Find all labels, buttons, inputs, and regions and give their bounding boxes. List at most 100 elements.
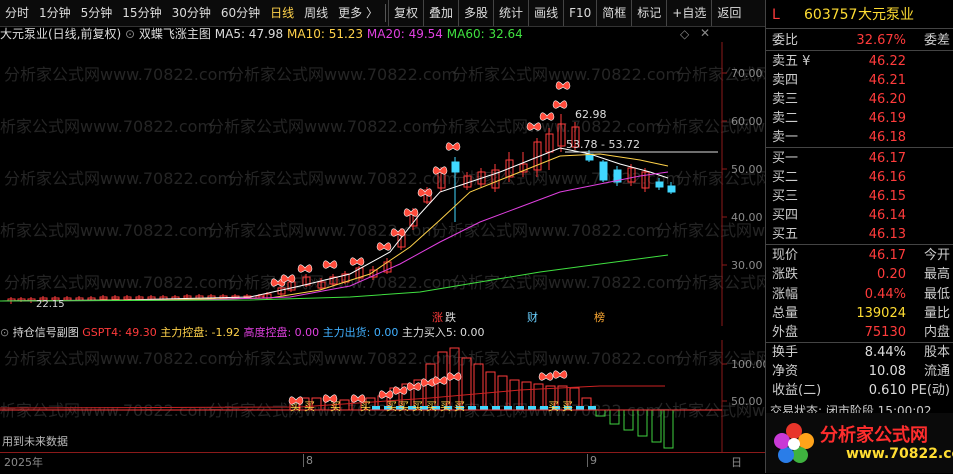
- bid-row-value: 46.17: [868, 151, 906, 166]
- fundamental-row[interactable]: 换手 8.44% 股本: [766, 343, 953, 362]
- signal-dot: [504, 406, 512, 410]
- ask-row-label: 卖四: [772, 73, 799, 88]
- indicator-name[interactable]: 双蝶飞涨主图: [139, 27, 211, 41]
- f10-button[interactable]: F10: [563, 0, 596, 26]
- event-mark-ranking[interactable]: 榜: [594, 310, 605, 324]
- fundamental-row[interactable]: 收益(二) 0.610 PE(动): [766, 381, 953, 400]
- period-toolbar: 分时 1分钟 5分钟 15分钟 30分钟 60分钟 日线 周线 更多 〉 复权 …: [0, 0, 765, 27]
- butterfly-icon: [297, 264, 313, 273]
- buy-signal-label: 买: [304, 400, 315, 413]
- butterfly-icon: [445, 142, 461, 151]
- stock-name: 大元泵业: [858, 7, 914, 23]
- stat-row[interactable]: 涨跌 0.20 最高: [766, 265, 953, 284]
- mark-button[interactable]: 标记: [631, 0, 666, 26]
- statistics-button[interactable]: 统计: [493, 0, 528, 26]
- ask-row-value: 46.18: [868, 130, 906, 145]
- overlay-button[interactable]: 叠加: [423, 0, 458, 26]
- bid-row[interactable]: 买二 46.16: [766, 168, 953, 187]
- butterfly-icon: [446, 372, 462, 381]
- kline-chart[interactable]: 分析家公式网www.70822.com分析家公式网www.70822.com分析…: [0, 42, 765, 326]
- butterfly-icon: [538, 372, 554, 381]
- watermark-text: 分析家公式网www.70822.com: [4, 349, 233, 368]
- range-label: 53.78 - 53.72: [566, 138, 640, 151]
- signal-dot: [516, 406, 524, 410]
- period-tab-1min[interactable]: 1分钟: [34, 0, 76, 26]
- period-tab-60min[interactable]: 60分钟: [216, 0, 265, 26]
- stat-row[interactable]: 总量 139024 量比: [766, 304, 953, 323]
- level-icon: L: [772, 7, 780, 23]
- bid-row-label: 买一: [772, 151, 799, 166]
- period-tab-30min[interactable]: 30分钟: [167, 0, 216, 26]
- stock-code: 603757: [804, 7, 858, 23]
- stat-row-value: 0.44%: [864, 286, 906, 302]
- date-month-9: 9: [587, 454, 597, 467]
- stat-row[interactable]: 涨幅 0.44% 最低: [766, 285, 953, 304]
- multi-stock-button[interactable]: 多股: [458, 0, 493, 26]
- watermark-text: 分析家公式网www.70822.com: [0, 221, 213, 240]
- signal-dot: [492, 406, 500, 410]
- simple-frame-button[interactable]: 简框: [596, 0, 631, 26]
- watermark-text: 分析家公式网www.70822.com: [4, 65, 233, 84]
- flower-logo-icon: [774, 423, 814, 463]
- stock-code-row: L 603757 大元泵业: [766, 6, 953, 28]
- stat-row-value: 139024: [856, 305, 906, 321]
- ask-row-value: 46.22: [868, 54, 906, 69]
- bid-row[interactable]: 买五 46.13: [766, 225, 953, 244]
- stock-title: 大元泵业(日线,前复权): [0, 27, 122, 41]
- low-price-label: 22.15: [36, 299, 65, 310]
- event-mark-finance[interactable]: 财: [527, 310, 538, 324]
- price-axis-label: 60.00: [731, 115, 763, 128]
- stat-row[interactable]: 现价 46.17 今开: [766, 246, 953, 265]
- ma5-value: MA5: 47.98: [214, 27, 284, 41]
- price-axis-label: 70.00: [731, 67, 763, 80]
- period-tab-weekly[interactable]: 周线: [299, 0, 333, 26]
- buy-signal-label: 买: [454, 400, 465, 413]
- butterfly-icon: [322, 260, 338, 269]
- watermark-text: 分析家公式网www.70822.com: [4, 273, 233, 292]
- close-chart-icon[interactable]: ✕: [700, 26, 710, 40]
- signal-subchart[interactable]: 分析家公式网www.70822.com分析家公式网www.70822.com分析…: [0, 340, 765, 452]
- bid-row[interactable]: 买三 46.15: [766, 187, 953, 206]
- fundamental-row[interactable]: 净资 10.08 流通: [766, 362, 953, 381]
- period-tab-timeshare[interactable]: 分时: [0, 0, 34, 26]
- logo-banner: 分析家公式网 www.70822.com: [766, 413, 953, 473]
- ask-row[interactable]: 卖四 46.21: [766, 71, 953, 90]
- ask-row[interactable]: 卖二 46.19: [766, 109, 953, 128]
- back-button[interactable]: 返回: [711, 0, 746, 26]
- period-tab-more[interactable]: 更多 〉: [333, 0, 383, 26]
- event-mark-down[interactable]: 跌: [445, 310, 456, 324]
- bid-row-label: 买四: [772, 208, 799, 223]
- diamond-icon[interactable]: ◇: [680, 27, 689, 41]
- butterfly-icon: [392, 386, 408, 395]
- fundamental-row-ext: 股本: [923, 345, 950, 360]
- draw-line-button[interactable]: 画线: [528, 0, 563, 26]
- collapse-icon[interactable]: ⊙: [125, 27, 135, 41]
- panel-divider: [766, 244, 953, 245]
- buy-signal-label: 买: [562, 400, 573, 413]
- period-tab-5min[interactable]: 5分钟: [76, 0, 118, 26]
- adjust-button[interactable]: 复权: [388, 0, 423, 26]
- ask-row[interactable]: 卖一 46.18: [766, 128, 953, 147]
- watermark-text: 分析家公式网www.70822.com: [4, 169, 233, 188]
- stat-row[interactable]: 外盘 75130 内盘: [766, 323, 953, 342]
- event-mark-up[interactable]: 涨: [432, 311, 443, 324]
- buy-signal-label: 买: [548, 400, 559, 413]
- add-watchlist-button[interactable]: +自选: [666, 0, 711, 26]
- ma60-value: MA60: 32.64: [446, 27, 523, 41]
- price-axis-label: 50.00: [731, 163, 763, 176]
- sub-indicator-name[interactable]: 持仓信号副图: [13, 326, 79, 339]
- watermark-text: 分析家公式网www.70822.com: [208, 117, 437, 136]
- ask-row[interactable]: 卖三 46.20: [766, 90, 953, 109]
- logo-title: 分析家公式网: [820, 425, 928, 446]
- bid-row[interactable]: 买一 46.17: [766, 149, 953, 168]
- period-tab-daily[interactable]: 日线: [265, 0, 299, 26]
- fundamental-row-value: 8.44%: [864, 345, 906, 360]
- bid-row[interactable]: 买四 46.14: [766, 206, 953, 225]
- signal-dot: [528, 406, 536, 410]
- watermark-text: 分析家公式网www.70822.com: [432, 117, 661, 136]
- period-tab-15min[interactable]: 15分钟: [117, 0, 166, 26]
- sub-header-icon[interactable]: ⊙: [0, 326, 9, 339]
- ask-row[interactable]: 卖五 ¥ 46.22: [766, 52, 953, 71]
- fundamental-row-value: 0.610: [868, 383, 906, 398]
- bid-row-value: 46.14: [868, 208, 906, 223]
